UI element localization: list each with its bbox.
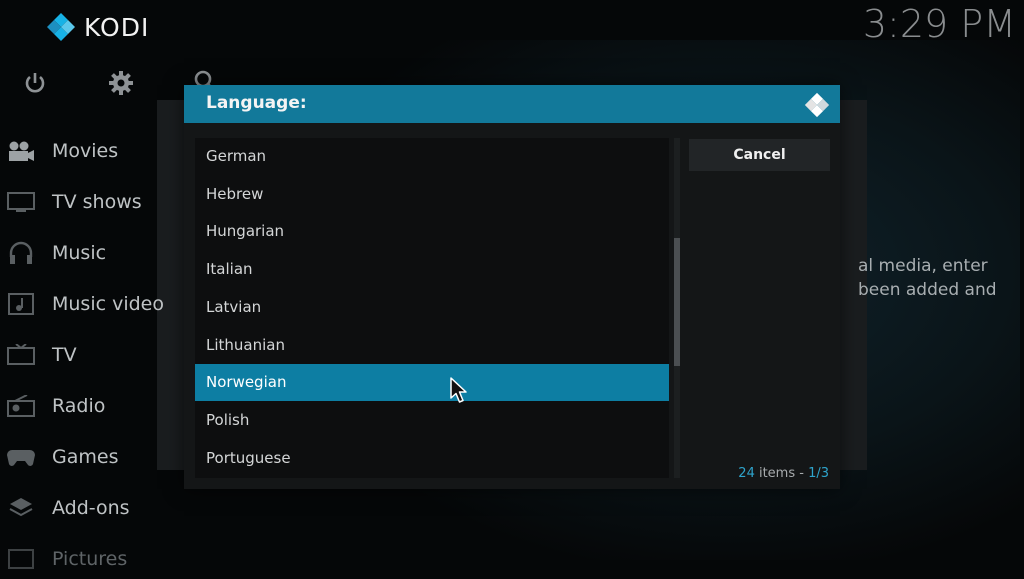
dialog-header: Language:	[184, 85, 840, 123]
language-dialog: Language: German Hebrew Hungarian Italia…	[184, 85, 840, 489]
background-text-line: al media, enter	[858, 256, 988, 276]
pictures-icon	[6, 546, 36, 572]
tv-shows-icon	[6, 189, 36, 215]
sidebar-item-label: TV shows	[52, 191, 142, 213]
list-item-label: Lithuanian	[206, 335, 285, 354]
list-item-label: Portuguese	[206, 448, 291, 467]
movies-icon	[6, 138, 36, 164]
list-item[interactable]: German	[195, 138, 669, 175]
mouse-cursor-icon	[450, 377, 467, 403]
list-item[interactable]: Hebrew	[195, 176, 669, 213]
music-icon	[6, 240, 36, 266]
items-count-text: items -	[754, 466, 809, 481]
kodi-logo-icon	[47, 13, 75, 41]
cancel-button[interactable]: Cancel	[689, 139, 830, 171]
list-item-selected[interactable]: Norwegian	[195, 364, 669, 402]
addons-icon	[6, 495, 36, 521]
power-icon[interactable]	[22, 70, 48, 96]
list-item[interactable]: Lithuanian	[195, 327, 669, 364]
dialog-title: Language:	[206, 93, 307, 113]
gear-icon[interactable]	[108, 70, 134, 96]
list-item[interactable]: Italian	[195, 251, 669, 288]
kodi-logo-icon	[804, 92, 830, 118]
items-count-number: 24	[738, 466, 755, 481]
page-indicator: 1/3	[808, 466, 829, 481]
sidebar-item-label: Pictures	[52, 548, 128, 570]
sidebar-item-label: Add-ons	[52, 497, 130, 519]
scrollbar-thumb[interactable]	[674, 238, 680, 366]
sidebar-item-label: TV	[52, 344, 77, 366]
list-item-label: Polish	[206, 410, 250, 429]
items-count: 24 items - 1/3	[738, 466, 829, 481]
sidebar-item-label: Music	[52, 242, 107, 264]
list-item-label: Latvian	[206, 297, 262, 316]
language-list: German Hebrew Hungarian Italian Latvian …	[195, 138, 669, 478]
sidebar-item-label: Music video	[52, 293, 164, 315]
background-text-line: been added and	[858, 280, 997, 300]
list-item[interactable]: Polish	[195, 402, 669, 439]
background-text: al media, enter been added and	[858, 254, 1018, 302]
scrollbar[interactable]	[674, 138, 680, 478]
games-icon	[6, 444, 36, 470]
kodi-logo: KODI	[46, 12, 149, 42]
clock: 3:29 PM	[862, 2, 1016, 46]
list-item[interactable]: Hungarian	[195, 213, 669, 250]
list-item[interactable]: Latvian	[195, 289, 669, 326]
sidebar-item-label: Radio	[52, 395, 106, 417]
music-video-icon	[6, 291, 36, 317]
list-item-label: German	[206, 147, 267, 165]
tv-icon	[6, 342, 36, 368]
list-item-label: Italian	[206, 260, 253, 279]
list-item-label: Norwegian	[206, 373, 287, 392]
radio-icon	[6, 393, 36, 419]
list-item-label: Hebrew	[206, 184, 264, 203]
list-item[interactable]: Portuguese	[195, 440, 669, 477]
sidebar-item-label: Games	[52, 446, 119, 468]
sidebar-item-label: Movies	[52, 140, 119, 162]
list-item-label: Hungarian	[206, 222, 285, 241]
app-name: KODI	[84, 12, 150, 42]
